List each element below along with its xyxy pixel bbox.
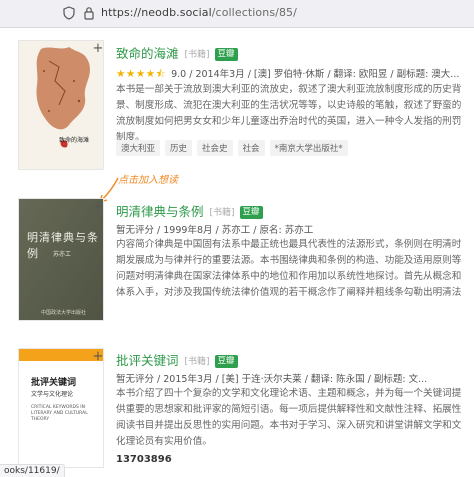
book-type-tag: [书籍] bbox=[209, 208, 235, 218]
douban-badge[interactable]: 豆瓣 bbox=[214, 355, 238, 368]
book-type-tag: [书籍] bbox=[184, 357, 210, 367]
add-to-shelf-icon[interactable]: + bbox=[91, 42, 105, 56]
cover-title: 批评关键词 bbox=[31, 378, 77, 388]
douban-badge[interactable]: 豆瓣 bbox=[239, 206, 263, 219]
book-cover[interactable]: 明清律典与条例 苏亦工 中国政法大学出版社 bbox=[18, 198, 104, 321]
cover-publisher: 中国政法大学出版社 bbox=[41, 310, 87, 316]
book-cover[interactable]: 批评关键词 文学与文化理论 CRITICAL KEYWORDS IN LITER… bbox=[18, 348, 104, 468]
add-to-shelf-icon[interactable]: + bbox=[91, 350, 105, 364]
book-meta: / 2015年3月 / [美] 于连·沃尔夫莱 / 翻译: 陈永国 / 副标题:… bbox=[157, 374, 428, 385]
australia-map-illustration bbox=[19, 41, 103, 169]
tag-list: 澳大利亚 历史 社会史 社会 *南京大学出版社* bbox=[116, 140, 348, 156]
annotation-text: 点击加入想读 bbox=[118, 175, 178, 186]
tag-chip[interactable]: *南京大学出版社* bbox=[269, 140, 348, 156]
status-bar-link-preview: ooks/11619/ bbox=[0, 464, 65, 477]
book-meta: / 2014年3月 / [澳] 罗伯特·休斯 / 翻译: 欧阳昱 / 副标题: … bbox=[189, 69, 460, 80]
book-meta-row: 暂无评分 / 2015年3月 / [美] 于连·沃尔夫莱 / 翻译: 陈永国 /… bbox=[116, 371, 468, 385]
book-cover[interactable]: 致命的海滩 bbox=[18, 40, 104, 170]
cover-english-title: CRITICAL KEYWORDS IN LITERARY AND CULTUR… bbox=[31, 405, 88, 422]
url-text[interactable]: https://neodb.social/collections/85/ bbox=[101, 6, 297, 19]
rating-score: 9.0 bbox=[171, 69, 187, 80]
book-meta-row: 暂无评分 / 1999年8月 / 苏亦工 / 原名: 苏亦工 bbox=[116, 222, 468, 236]
book-id-number: 13703896 bbox=[116, 454, 172, 465]
rating-score: 暂无评分 bbox=[116, 374, 155, 385]
tag-chip[interactable]: 社会 bbox=[237, 140, 265, 156]
add-to-shelf-icon[interactable]: + bbox=[91, 200, 105, 214]
url-host: https://neodb.social bbox=[101, 6, 212, 19]
url-path: /collections/85/ bbox=[211, 6, 297, 19]
tag-chip[interactable]: 历史 bbox=[165, 140, 193, 156]
browser-url-bar[interactable]: https://neodb.social/collections/85/ bbox=[0, 0, 474, 28]
book-meta: / 1999年8月 / 苏亦工 / 原名: 苏亦工 bbox=[157, 225, 314, 236]
cover-subtitle: 文学与文化理论 bbox=[31, 391, 74, 398]
book-description: 本书介绍了四十个复杂的文学和文化理论术语、主题和概念，并为每一个关键词提供重要的… bbox=[116, 388, 462, 447]
douban-badge[interactable]: 豆瓣 bbox=[214, 48, 238, 61]
book-title[interactable]: 批评关键词 bbox=[116, 353, 179, 368]
cover-title: 致命的海滩 bbox=[59, 137, 90, 144]
shield-icon[interactable] bbox=[63, 6, 75, 20]
book-description: 内容简介律典是中国固有法系中最正统也最具代表性的法源形式，条例则在明清时期发展成… bbox=[116, 239, 462, 298]
lock-icon[interactable] bbox=[83, 6, 95, 20]
tag-chip[interactable]: 社会史 bbox=[197, 140, 233, 156]
book-title[interactable]: 致命的海滩 bbox=[116, 46, 179, 61]
cover-author: 苏亦工 bbox=[53, 251, 72, 258]
tag-chip[interactable]: 澳大利亚 bbox=[116, 140, 161, 156]
book-description: 本书是一部关于流放到澳大利亚的流放史，叙述了澳大利亚流放制度形成的历史背景、制度… bbox=[116, 84, 462, 143]
book-type-tag: [书籍] bbox=[184, 50, 210, 60]
book-title[interactable]: 明清律典与条例 bbox=[116, 204, 204, 219]
rating-stars: ★★★★⯪ bbox=[116, 68, 167, 80]
rating-score: 暂无评分 bbox=[116, 225, 155, 236]
